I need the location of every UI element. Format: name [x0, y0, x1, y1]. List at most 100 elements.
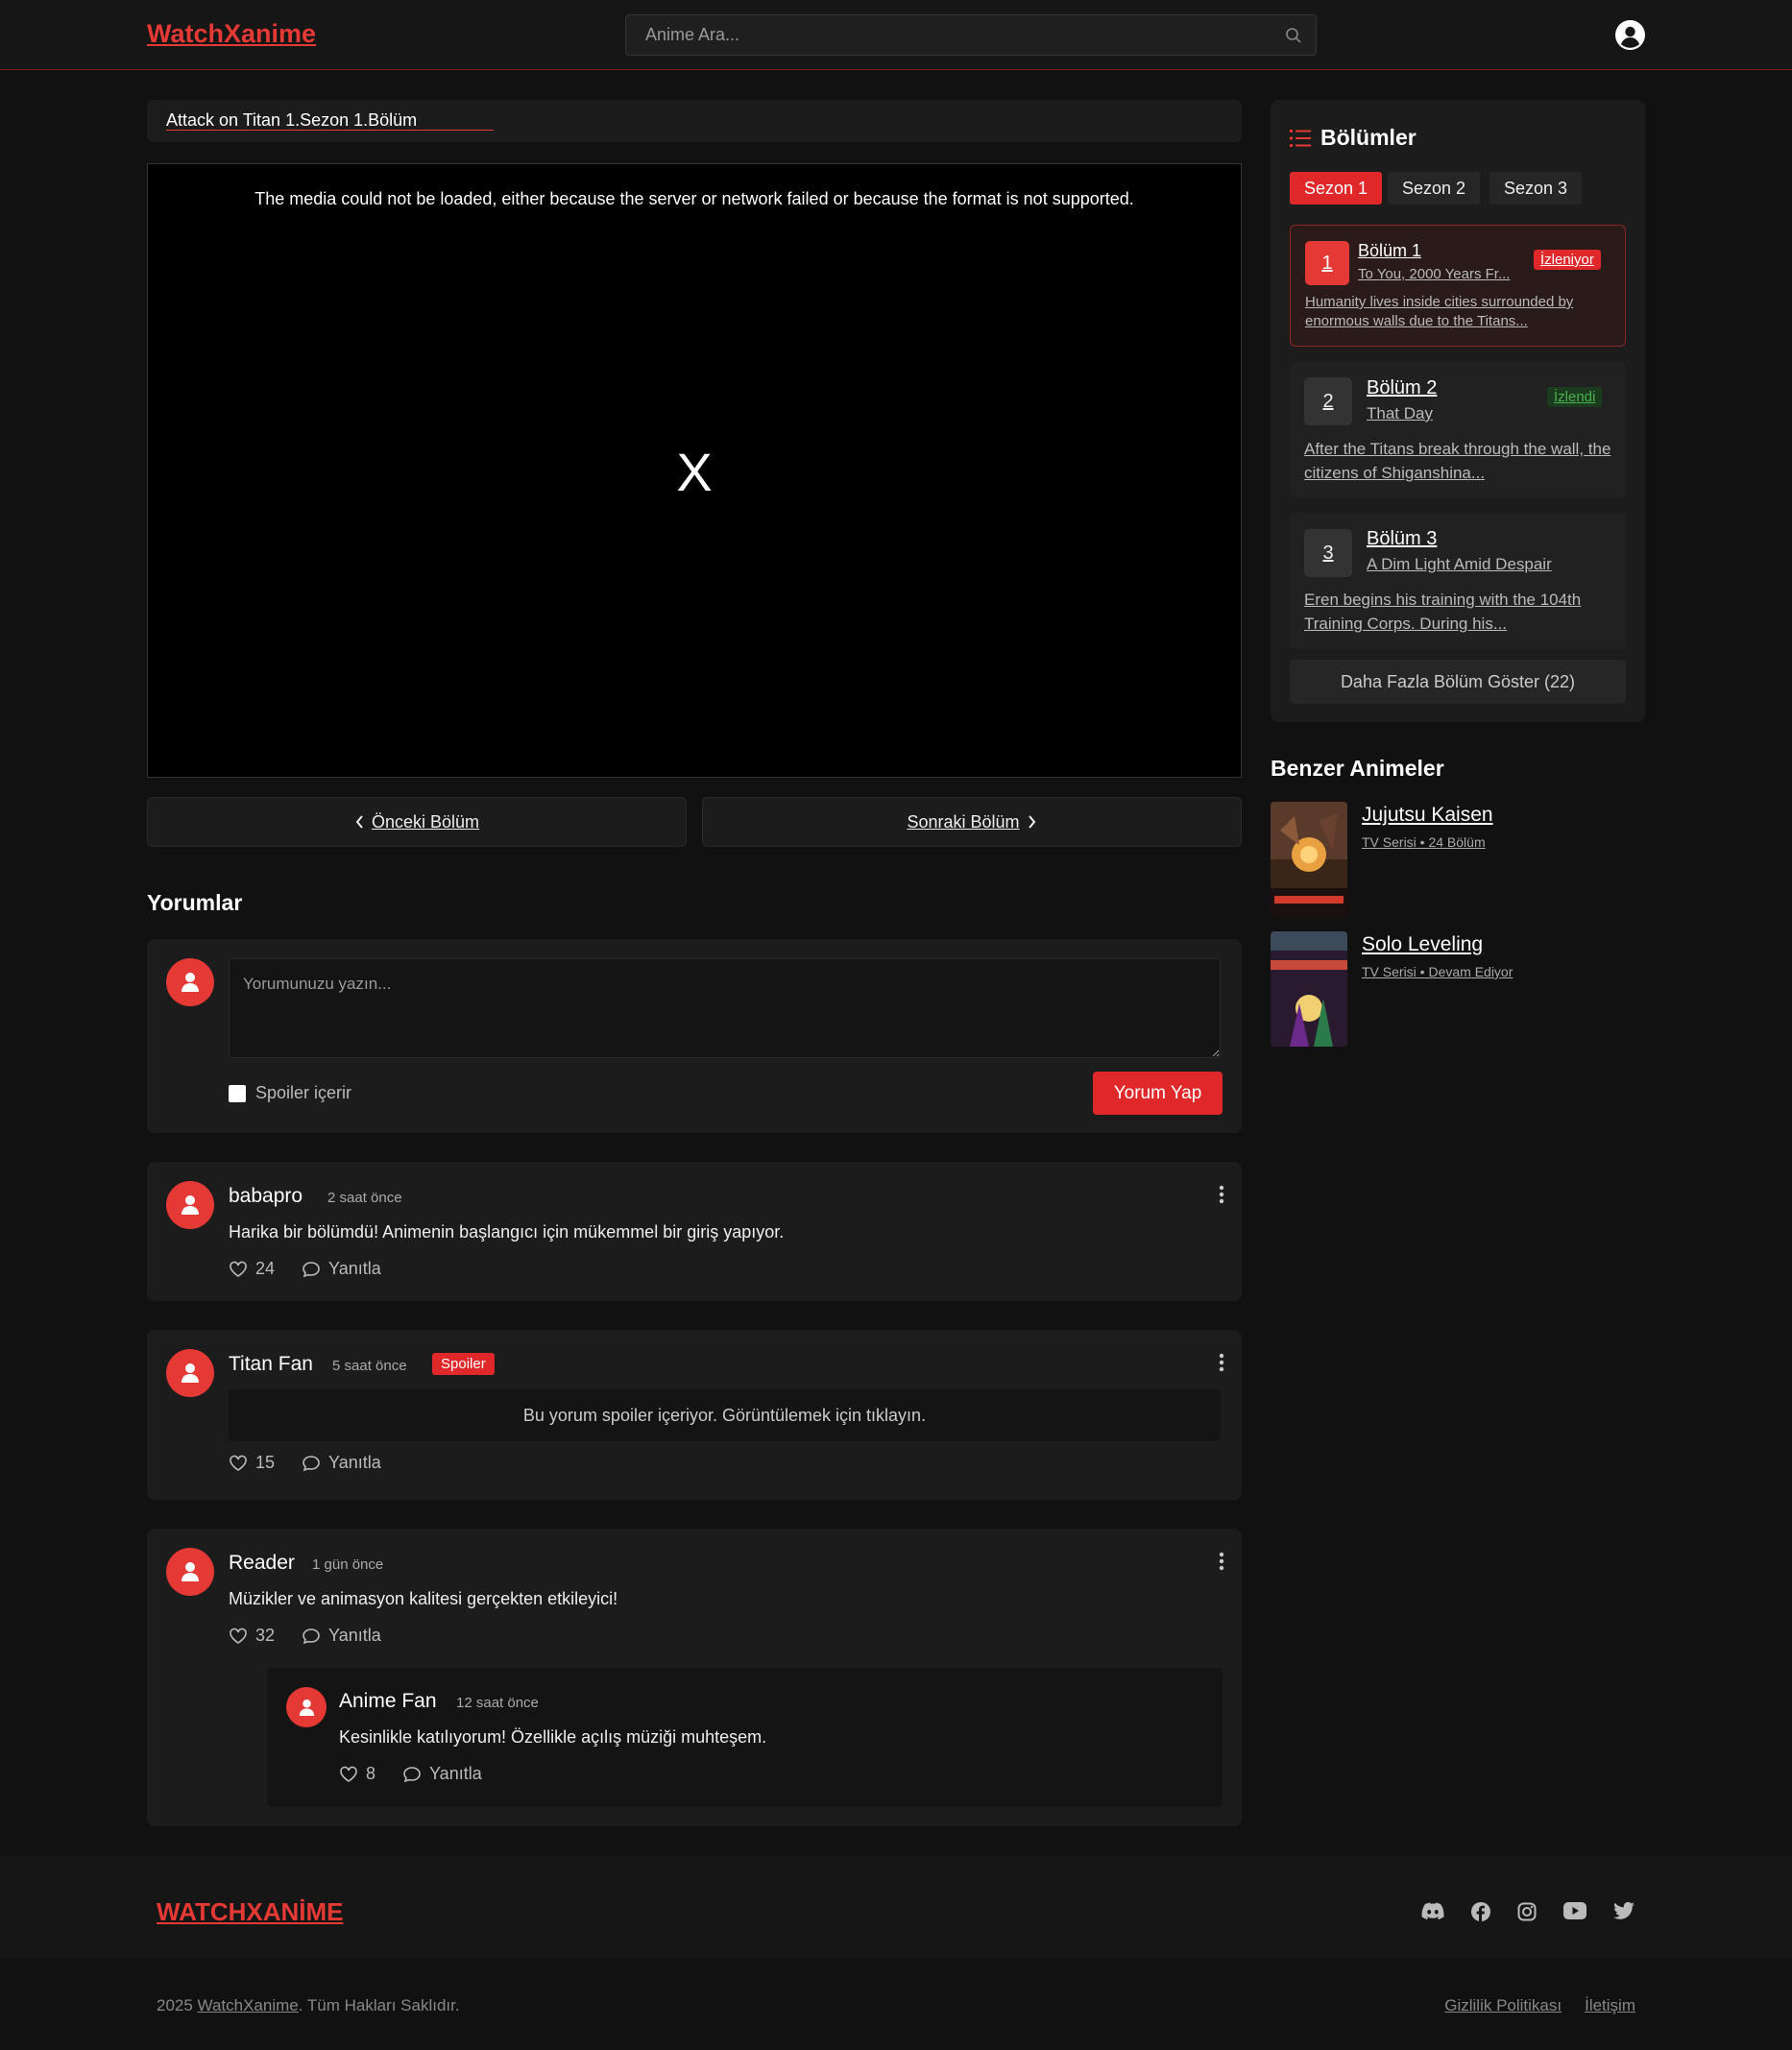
footer-links: Gizlilik Politikası İletişim: [1444, 1996, 1635, 2015]
search-icon[interactable]: [1285, 27, 1302, 44]
heart-icon[interactable]: [339, 1766, 358, 1783]
comment-item: Reader 1 gün önce Müzikler ve animasyon …: [147, 1529, 1242, 1826]
anime-poster[interactable]: [1271, 802, 1347, 917]
video-player[interactable]: The media could not be loaded, either be…: [147, 163, 1242, 778]
show-more-episodes-button[interactable]: Daha Fazla Bölüm Göster (22): [1290, 660, 1626, 704]
avatar: [166, 1548, 214, 1596]
similar-anime-item[interactable]: Solo Leveling TV Serisi • Devam Ediyor: [1271, 931, 1513, 1047]
discord-icon[interactable]: [1421, 1902, 1444, 1921]
comment-icon[interactable]: [302, 1628, 321, 1645]
list-icon: [1290, 129, 1311, 148]
comment-textarea[interactable]: [229, 958, 1221, 1058]
more-vertical-icon[interactable]: [1219, 1353, 1224, 1372]
heart-icon[interactable]: [229, 1628, 248, 1645]
privacy-link[interactable]: Gizlilik Politikası: [1444, 1996, 1562, 2015]
episode-number: 2: [1304, 377, 1352, 425]
next-episode-button[interactable]: Sonraki Bölüm: [702, 797, 1242, 847]
reply-actions: 8 Yanıtla: [339, 1764, 482, 1784]
episodes-title: Bölümler: [1290, 125, 1417, 151]
instagram-icon[interactable]: [1517, 1902, 1537, 1921]
heart-icon[interactable]: [229, 1261, 248, 1278]
footer: WATCHXANİME 2025 WatchXanime. Tüm Haklar…: [0, 1856, 1792, 2050]
previous-episode-button[interactable]: Önceki Bölüm: [147, 797, 687, 847]
similar-anime-item[interactable]: Jujutsu Kaisen TV Serisi • 24 Bölüm: [1271, 802, 1493, 917]
anime-title[interactable]: Jujutsu Kaisen: [1362, 804, 1493, 827]
user-icon: [182, 1562, 199, 1581]
user-icon: [182, 1363, 199, 1383]
anime-title[interactable]: Solo Leveling: [1362, 933, 1513, 956]
user-icon: [182, 973, 199, 992]
comments-title: Yorumlar: [147, 890, 243, 915]
like-count: 32: [255, 1626, 276, 1645]
reply-author[interactable]: Anime Fan: [339, 1690, 437, 1713]
twitter-icon[interactable]: [1613, 1902, 1635, 1921]
site-logo[interactable]: WatchXanime: [147, 19, 316, 49]
episode-item[interactable]: 1 Bölüm 1 To You, 2000 Years Fr... İzlen…: [1290, 225, 1626, 347]
chevron-left-icon: [354, 814, 364, 830]
footer-logo[interactable]: WATCHXANİME: [157, 1897, 344, 1927]
episode-subtitle: To You, 2000 Years Fr...: [1358, 266, 1511, 282]
avatar: [166, 1349, 214, 1397]
reply-text: Kesinlikle katılıyorum! Özellikle açılış…: [339, 1727, 767, 1747]
episode-item[interactable]: 3 Bölüm 3 A Dim Light Amid Despair Eren …: [1290, 513, 1626, 649]
next-episode-label: Sonraki Bölüm: [907, 811, 1020, 832]
copyright-link[interactable]: WatchXanime: [198, 1996, 299, 2014]
comment-form: Spoiler içerir Yorum Yap: [147, 939, 1242, 1133]
player-error-message: The media could not be loaded, either be…: [254, 189, 1134, 208]
tab-season-1[interactable]: Sezon 1: [1290, 172, 1383, 205]
comment-icon[interactable]: [302, 1455, 321, 1472]
like-count: 24: [255, 1259, 276, 1278]
reply-item: Anime Fan 12 saat önce Kesinlikle katılı…: [267, 1668, 1223, 1807]
like-count: 8: [366, 1764, 376, 1783]
checkbox[interactable]: [229, 1084, 246, 1102]
comment-actions: 32 Yanıtla: [229, 1626, 381, 1646]
user-icon[interactable]: [1615, 20, 1645, 50]
contact-link[interactable]: İletişim: [1585, 1996, 1635, 2015]
tab-season-2[interactable]: Sezon 2: [1388, 172, 1481, 205]
status-badge: İzlendi: [1547, 387, 1603, 407]
player-error-icon: X: [676, 442, 713, 502]
user-icon: [182, 1195, 199, 1215]
youtube-icon[interactable]: [1563, 1902, 1586, 1921]
reply-button[interactable]: Yanıtla: [328, 1453, 381, 1473]
episode-subtitle: That Day: [1367, 404, 1433, 422]
copyright-year: 2025: [157, 1996, 198, 2014]
more-vertical-icon[interactable]: [1219, 1185, 1224, 1204]
reply-button[interactable]: Yanıtla: [429, 1764, 482, 1784]
comment-text: Müzikler ve animasyon kalitesi gerçekten…: [229, 1589, 618, 1608]
comment-actions: 15 Yanıtla: [229, 1453, 381, 1473]
episode-description: After the Titans break through the wall,…: [1304, 440, 1611, 482]
reply-button[interactable]: Yanıtla: [328, 1626, 381, 1646]
spoiler-checkbox[interactable]: Spoiler içerir: [229, 1083, 351, 1103]
anime-meta: TV Serisi • 24 Bölüm: [1362, 834, 1486, 850]
tab-season-3[interactable]: Sezon 3: [1489, 172, 1583, 205]
copyright: 2025 WatchXanime. Tüm Hakları Saklıdır.: [157, 1996, 460, 2015]
reply-button[interactable]: Yanıtla: [328, 1259, 381, 1279]
chevron-right-icon: [1028, 814, 1037, 830]
comment-time: 2 saat önce: [327, 1190, 402, 1206]
more-vertical-icon[interactable]: [1219, 1552, 1224, 1571]
comment-author[interactable]: Reader: [229, 1552, 295, 1575]
user-icon: [299, 1699, 314, 1716]
submit-comment-button[interactable]: Yorum Yap: [1093, 1072, 1223, 1115]
facebook-icon[interactable]: [1471, 1902, 1490, 1921]
comment-icon[interactable]: [402, 1766, 422, 1783]
reply-time: 12 saat önce: [456, 1695, 539, 1711]
comment-item: babapro 2 saat önce Harika bir bölümdü! …: [147, 1162, 1242, 1301]
episode-item[interactable]: 2 Bölüm 2 That Day İzlendi After the Tit…: [1290, 362, 1626, 497]
copyright-suffix: . Tüm Hakları Saklıdır.: [298, 1996, 460, 2014]
breadcrumb-title[interactable]: Attack on Titan 1.Sezon 1.Bölüm: [166, 111, 495, 131]
comment-author[interactable]: Titan Fan: [229, 1353, 313, 1376]
comment-text: Harika bir bölümdü! Animenin başlangıcı …: [229, 1222, 785, 1242]
comment-author[interactable]: babapro: [229, 1185, 303, 1208]
spoiler-badge: Spoiler: [432, 1353, 495, 1375]
status-badge: İzleniyor: [1534, 250, 1601, 270]
breadcrumb: Attack on Titan 1.Sezon 1.Bölüm: [147, 100, 1242, 142]
heart-icon[interactable]: [229, 1455, 248, 1472]
comment-icon[interactable]: [302, 1261, 321, 1278]
spoiler-reveal[interactable]: Bu yorum spoiler içeriyor. Görüntülemek …: [229, 1389, 1221, 1441]
search-input[interactable]: [626, 15, 1260, 55]
spoiler-checkbox-label: Spoiler içerir: [255, 1083, 352, 1102]
previous-episode-label: Önceki Bölüm: [371, 811, 480, 832]
anime-poster[interactable]: [1271, 931, 1347, 1047]
